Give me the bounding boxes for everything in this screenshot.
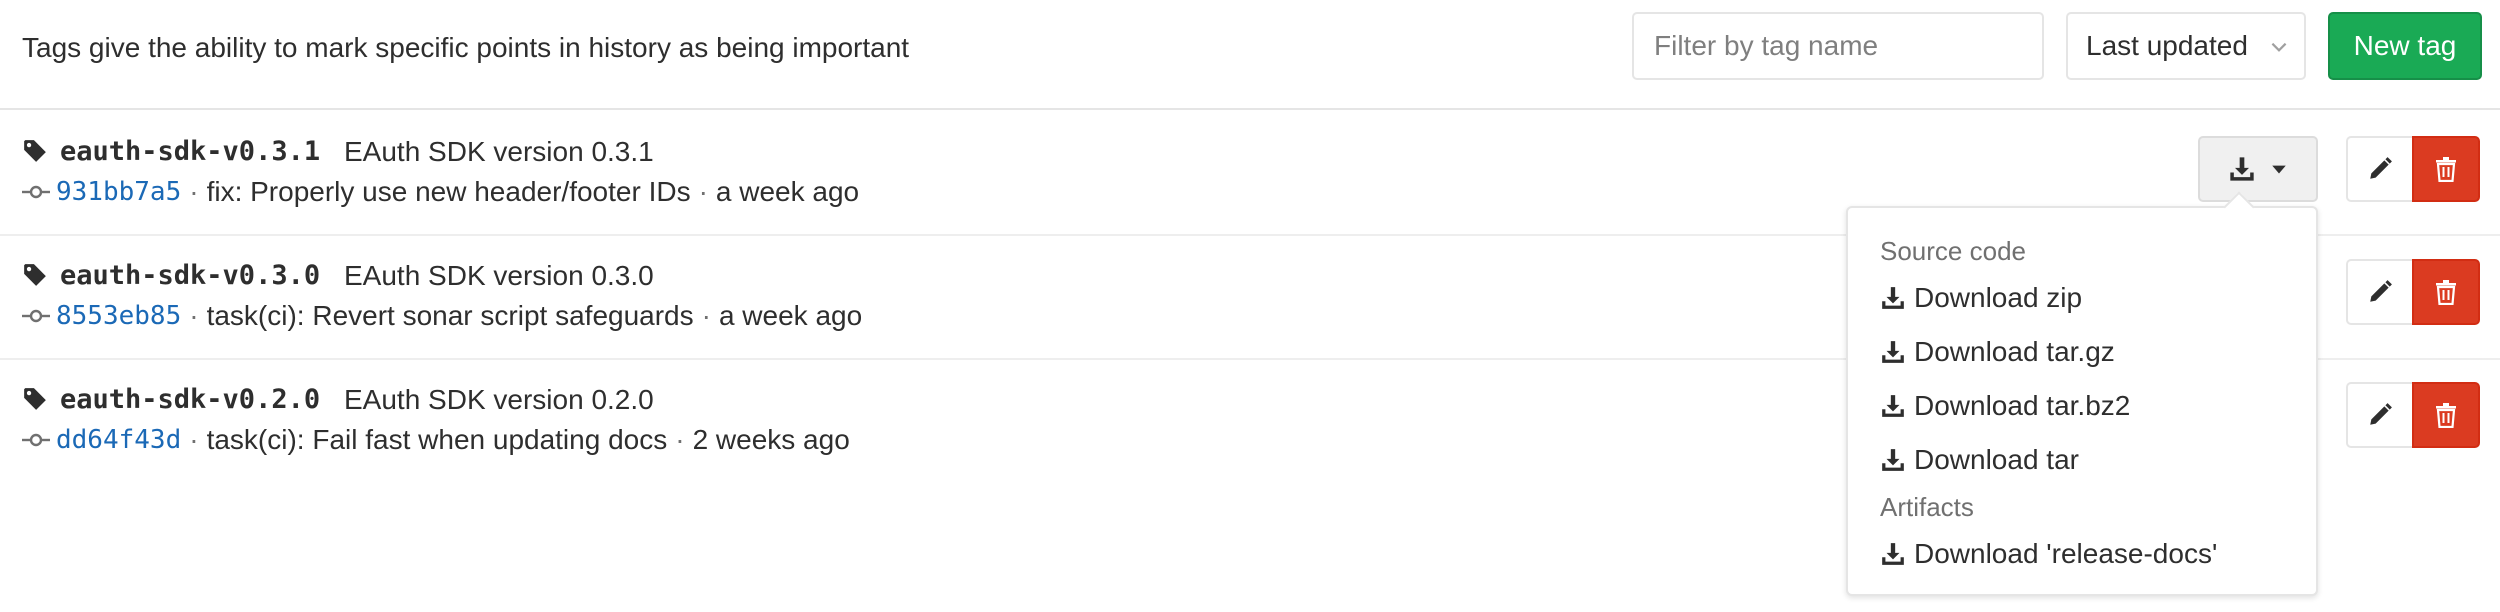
- trash-icon: [2436, 403, 2456, 428]
- download-tar-label: Download tar: [1914, 444, 2079, 475]
- tag-icon: [24, 264, 46, 286]
- separator: ·: [189, 300, 199, 331]
- commit-line: 931bb7a5 · fix: Properly use new header/…: [22, 176, 859, 208]
- commit-time: a week ago: [715, 176, 860, 207]
- download-icon: [1882, 341, 1904, 363]
- tags-description: Tags give the ability to mark specific p…: [22, 32, 910, 63]
- download-tarbz2-label: Download tar.bz2: [1914, 390, 2131, 421]
- artifacts-header: Artifacts: [1880, 492, 1974, 522]
- commit-line: dd64f43d · task(ci): Fail fast when upda…: [22, 424, 850, 456]
- commit-title-link[interactable]: task(ci): Revert sonar script safeguards: [207, 300, 694, 332]
- separator: ·: [701, 300, 711, 331]
- download-targz-item[interactable]: Download tar.gz: [1880, 336, 2115, 368]
- separator: ·: [189, 176, 199, 207]
- edit-tag-button[interactable]: [2346, 136, 2414, 202]
- source-code-header: Source code: [1880, 236, 2026, 266]
- trash-icon: [2436, 157, 2456, 182]
- separator: ·: [675, 424, 685, 455]
- commit-sha-link[interactable]: dd64f43d: [56, 425, 181, 455]
- tags-header: Tags give the ability to mark specific p…: [0, 0, 2500, 110]
- commit-icon: [22, 185, 50, 199]
- pencil-icon: [2370, 157, 2392, 179]
- download-dropdown-menu: Source code Download zip Download tar.gz…: [1846, 206, 2318, 596]
- pencil-icon: [2370, 403, 2392, 425]
- edit-tag-button[interactable]: [2346, 259, 2414, 325]
- download-dropdown-button[interactable]: [2198, 136, 2318, 202]
- edit-tag-button[interactable]: [2346, 382, 2414, 448]
- download-tar-item[interactable]: Download tar: [1880, 444, 2079, 476]
- download-icon: [1882, 395, 1904, 417]
- download-icon: [1882, 449, 1904, 471]
- commit-title-link[interactable]: fix: Properly use new header/footer IDs: [207, 176, 691, 208]
- download-icon: [1882, 287, 1904, 309]
- download-zip-label: Download zip: [1914, 282, 2083, 313]
- separator: ·: [698, 176, 708, 207]
- download-targz-label: Download tar.gz: [1914, 336, 2115, 367]
- sort-dropdown[interactable]: Last updated: [2066, 12, 2306, 80]
- download-icon: [2230, 157, 2254, 181]
- download-tarbz2-item[interactable]: Download tar.bz2: [1880, 390, 2130, 422]
- download-artifact-label: Download 'release-docs': [1914, 538, 2218, 569]
- tag-icon: [24, 388, 46, 410]
- chevron-down-icon: [2271, 42, 2287, 52]
- delete-tag-button[interactable]: [2412, 259, 2480, 325]
- delete-tag-button[interactable]: [2412, 136, 2480, 202]
- tag-name-link[interactable]: eauth-sdk-v0.2.0: [60, 384, 320, 415]
- download-artifact-item[interactable]: Download 'release-docs': [1880, 538, 2217, 570]
- download-zip-item[interactable]: Download zip: [1880, 282, 2082, 314]
- tag-message: EAuth SDK version 0.2.0: [344, 384, 654, 415]
- caret-down-icon: [2272, 165, 2286, 174]
- commit-icon: [22, 309, 50, 323]
- separator: ·: [189, 424, 199, 455]
- commit-time: a week ago: [718, 300, 863, 331]
- trash-icon: [2436, 280, 2456, 305]
- tag-name-link[interactable]: eauth-sdk-v0.3.1: [60, 136, 320, 167]
- commit-sha-link[interactable]: 8553eb85: [56, 301, 181, 331]
- delete-tag-button[interactable]: [2412, 382, 2480, 448]
- new-tag-button[interactable]: New tag: [2328, 12, 2482, 80]
- tag-message: EAuth SDK version 0.3.0: [344, 260, 654, 291]
- tag-filter-input[interactable]: [1632, 12, 2044, 80]
- download-icon: [1882, 543, 1904, 565]
- tag-message: EAuth SDK version 0.3.1: [344, 136, 654, 167]
- pencil-icon: [2370, 280, 2392, 302]
- commit-time: 2 weeks ago: [692, 424, 850, 455]
- commit-sha-link[interactable]: 931bb7a5: [56, 177, 181, 207]
- tag-icon: [24, 140, 46, 162]
- commit-line: 8553eb85 · task(ci): Revert sonar script…: [22, 300, 862, 332]
- sort-selected-label: Last updated: [2086, 30, 2248, 61]
- commit-icon: [22, 433, 50, 447]
- commit-title-link[interactable]: task(ci): Fail fast when updating docs: [207, 424, 668, 456]
- tag-name-link[interactable]: eauth-sdk-v0.3.0: [60, 260, 320, 291]
